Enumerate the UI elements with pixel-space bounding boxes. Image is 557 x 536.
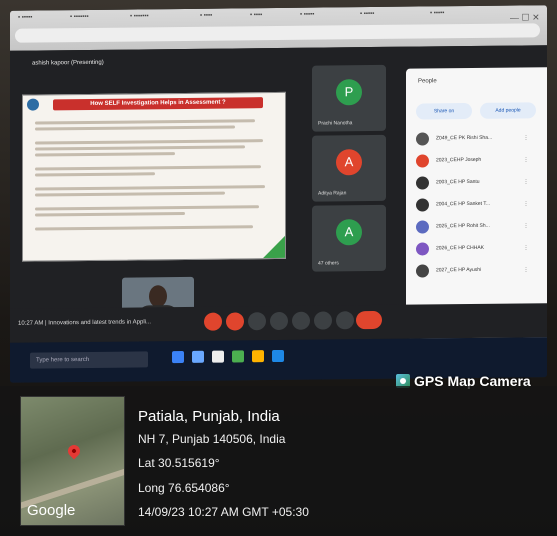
- taskbar-app-icon[interactable]: [232, 350, 244, 363]
- avatar: [416, 264, 429, 278]
- more-options-button[interactable]: [336, 311, 354, 330]
- people-row[interactable]: 2023_CEHP Joseph ⋮: [416, 151, 541, 170]
- more-icon[interactable]: ⋮: [523, 156, 529, 163]
- address-bar[interactable]: [15, 23, 540, 43]
- more-icon[interactable]: ⋮: [523, 200, 529, 207]
- more-icon[interactable]: ⋮: [523, 222, 529, 229]
- avatar: [416, 132, 429, 146]
- avatar: [416, 154, 429, 168]
- map-brand-logo: Google: [27, 502, 76, 519]
- people-row[interactable]: 2003_CE HP Santu ⋮: [416, 173, 541, 192]
- people-row[interactable]: 2004_CE HP Sanket T... ⋮: [416, 195, 541, 214]
- participant-name: 47 others: [318, 260, 339, 267]
- participant-name: Aditya Rajan: [318, 190, 347, 197]
- captions-button[interactable]: [248, 312, 266, 331]
- slide-text-line: [35, 165, 261, 171]
- location-city: Patiala, Punjab, India: [138, 408, 280, 425]
- browser-tab[interactable]: ▪ ▪▪▪▪: [200, 13, 212, 25]
- photo: ▪ ▪▪▪▪▪ ▪ ▪▪▪▪▪▪▪ ▪ ▪▪▪▪▪▪▪ ▪ ▪▪▪▪ ▪ ▪▪▪…: [0, 0, 557, 536]
- avatar: A: [336, 149, 362, 176]
- taskbar-app-icon[interactable]: [172, 350, 184, 364]
- browser-tab[interactable]: ▪ ▪▪▪▪: [250, 12, 262, 24]
- slide-text-line: [35, 119, 255, 125]
- avatar: [416, 242, 429, 256]
- browser-tab[interactable]: ▪ ▪▪▪▪▪: [18, 15, 32, 27]
- browser-tab[interactable]: ▪ ▪▪▪▪▪▪▪: [130, 13, 149, 25]
- people-name: 2003_CE HP Santu: [436, 178, 480, 186]
- slide-text-line: [35, 211, 185, 217]
- raise-hand-button[interactable]: [314, 311, 332, 330]
- participant-tile[interactable]: A 47 others: [312, 204, 386, 272]
- capture-datetime: 14/09/23 10:27 AM GMT +05:30: [138, 505, 309, 519]
- avatar: [416, 220, 429, 234]
- slide-text-line: [35, 152, 175, 157]
- people-name: 2004_CE HP Sanket T...: [436, 200, 491, 208]
- person-head: [149, 285, 167, 308]
- share-button[interactable]: Share on: [416, 102, 472, 120]
- browser-tab[interactable]: ▪ ▪▪▪▪▪: [300, 12, 314, 24]
- slide-corner-ornament: [263, 235, 285, 259]
- people-row[interactable]: 2026_CE HP CHHAK ⋮: [416, 239, 541, 258]
- slide-title: How SELF Investigation Helps in Assessme…: [53, 97, 263, 111]
- leave-call-button[interactable]: [356, 310, 382, 330]
- present-button[interactable]: [292, 311, 310, 330]
- slide-text-line: [35, 145, 245, 151]
- avatar: A: [336, 219, 362, 246]
- more-icon[interactable]: ⋮: [523, 134, 529, 141]
- presenter-label: ashish kapoor (Presenting): [32, 59, 104, 67]
- people-name: Z049_CE PK Rishi Sha...: [436, 134, 493, 142]
- taskbar-search[interactable]: Type here to search: [30, 351, 148, 369]
- shared-slide: How SELF Investigation Helps in Assessme…: [22, 91, 286, 262]
- slide-text-line: [35, 172, 155, 177]
- browser-tab[interactable]: ▪ ▪▪▪▪▪: [360, 11, 374, 23]
- taskbar-app-icon[interactable]: [212, 350, 224, 363]
- people-name: 2026_CE HP CHHAK: [436, 244, 484, 252]
- avatar: [416, 198, 429, 212]
- monitor-screen: ▪ ▪▪▪▪▪ ▪ ▪▪▪▪▪▪▪ ▪ ▪▪▪▪▪▪▪ ▪ ▪▪▪▪ ▪ ▪▪▪…: [10, 5, 547, 383]
- participant-name: Prachi Nanotha: [318, 120, 353, 127]
- people-panel: People Share on Add people Z049_CE PK Ri…: [406, 67, 547, 339]
- location-address: NH 7, Punjab 140506, India: [138, 432, 286, 446]
- people-row[interactable]: Z049_CE PK Rishi Sha... ⋮: [416, 129, 541, 148]
- participant-tile[interactable]: A Aditya Rajan: [312, 134, 386, 202]
- taskbar-app-icon[interactable]: [192, 350, 204, 363]
- window-controls[interactable]: — ☐ ✕: [510, 12, 540, 23]
- meet-toolbar: 10:27 AM | Innovations and latest trends…: [10, 303, 547, 343]
- avatar: P: [336, 79, 362, 106]
- slide-text-line: [35, 191, 225, 197]
- more-icon[interactable]: ⋮: [523, 266, 529, 273]
- meeting-time: 10:27 AM | Innovations and latest trends…: [18, 319, 151, 327]
- location-latitude: Lat 30.515619°: [138, 456, 220, 470]
- people-name: 2027_CE HP Ayushi: [436, 266, 482, 274]
- people-panel-title: People: [418, 78, 437, 85]
- slide-text-line: [35, 185, 265, 191]
- browser-tabstrip: ▪ ▪▪▪▪▪ ▪ ▪▪▪▪▪▪▪ ▪ ▪▪▪▪▪▪▪ ▪ ▪▪▪▪ ▪ ▪▪▪…: [10, 5, 547, 51]
- location-map-thumbnail: Google: [20, 396, 125, 526]
- emoji-button[interactable]: [270, 311, 288, 331]
- slide-text-line: [35, 125, 235, 131]
- participant-tile[interactable]: P Prachi Nanotha: [312, 64, 386, 132]
- slide-text-line: [35, 139, 263, 145]
- taskbar-app-icon[interactable]: [252, 350, 264, 363]
- browser-tab[interactable]: ▪ ▪▪▪▪▪: [430, 10, 444, 22]
- location-pin-icon: [65, 442, 83, 460]
- more-icon[interactable]: ⋮: [523, 178, 529, 185]
- add-people-button[interactable]: Add people: [480, 102, 536, 119]
- people-row[interactable]: 2025_CE HP Rohit Sh... ⋮: [416, 217, 541, 236]
- taskbar-app-icon[interactable]: [272, 349, 284, 363]
- browser-tab[interactable]: ▪ ▪▪▪▪▪▪▪: [70, 14, 89, 26]
- more-icon[interactable]: ⋮: [523, 244, 529, 251]
- people-name: 2023_CEHP Joseph: [436, 156, 482, 164]
- meet-window: ashish kapoor (Presenting) How SELF Inve…: [10, 45, 547, 343]
- avatar: [416, 176, 429, 190]
- slide-text-line: [35, 225, 253, 231]
- mic-button[interactable]: [204, 312, 222, 331]
- people-name: 2025_CE HP Rohit Sh...: [436, 222, 490, 230]
- slide-logo: [27, 98, 39, 111]
- slide-text-line: [35, 205, 259, 211]
- location-longitude: Long 76.654086°: [138, 481, 230, 495]
- people-row[interactable]: 2027_CE HP Ayushi ⋮: [416, 261, 541, 280]
- camera-button[interactable]: [226, 312, 244, 331]
